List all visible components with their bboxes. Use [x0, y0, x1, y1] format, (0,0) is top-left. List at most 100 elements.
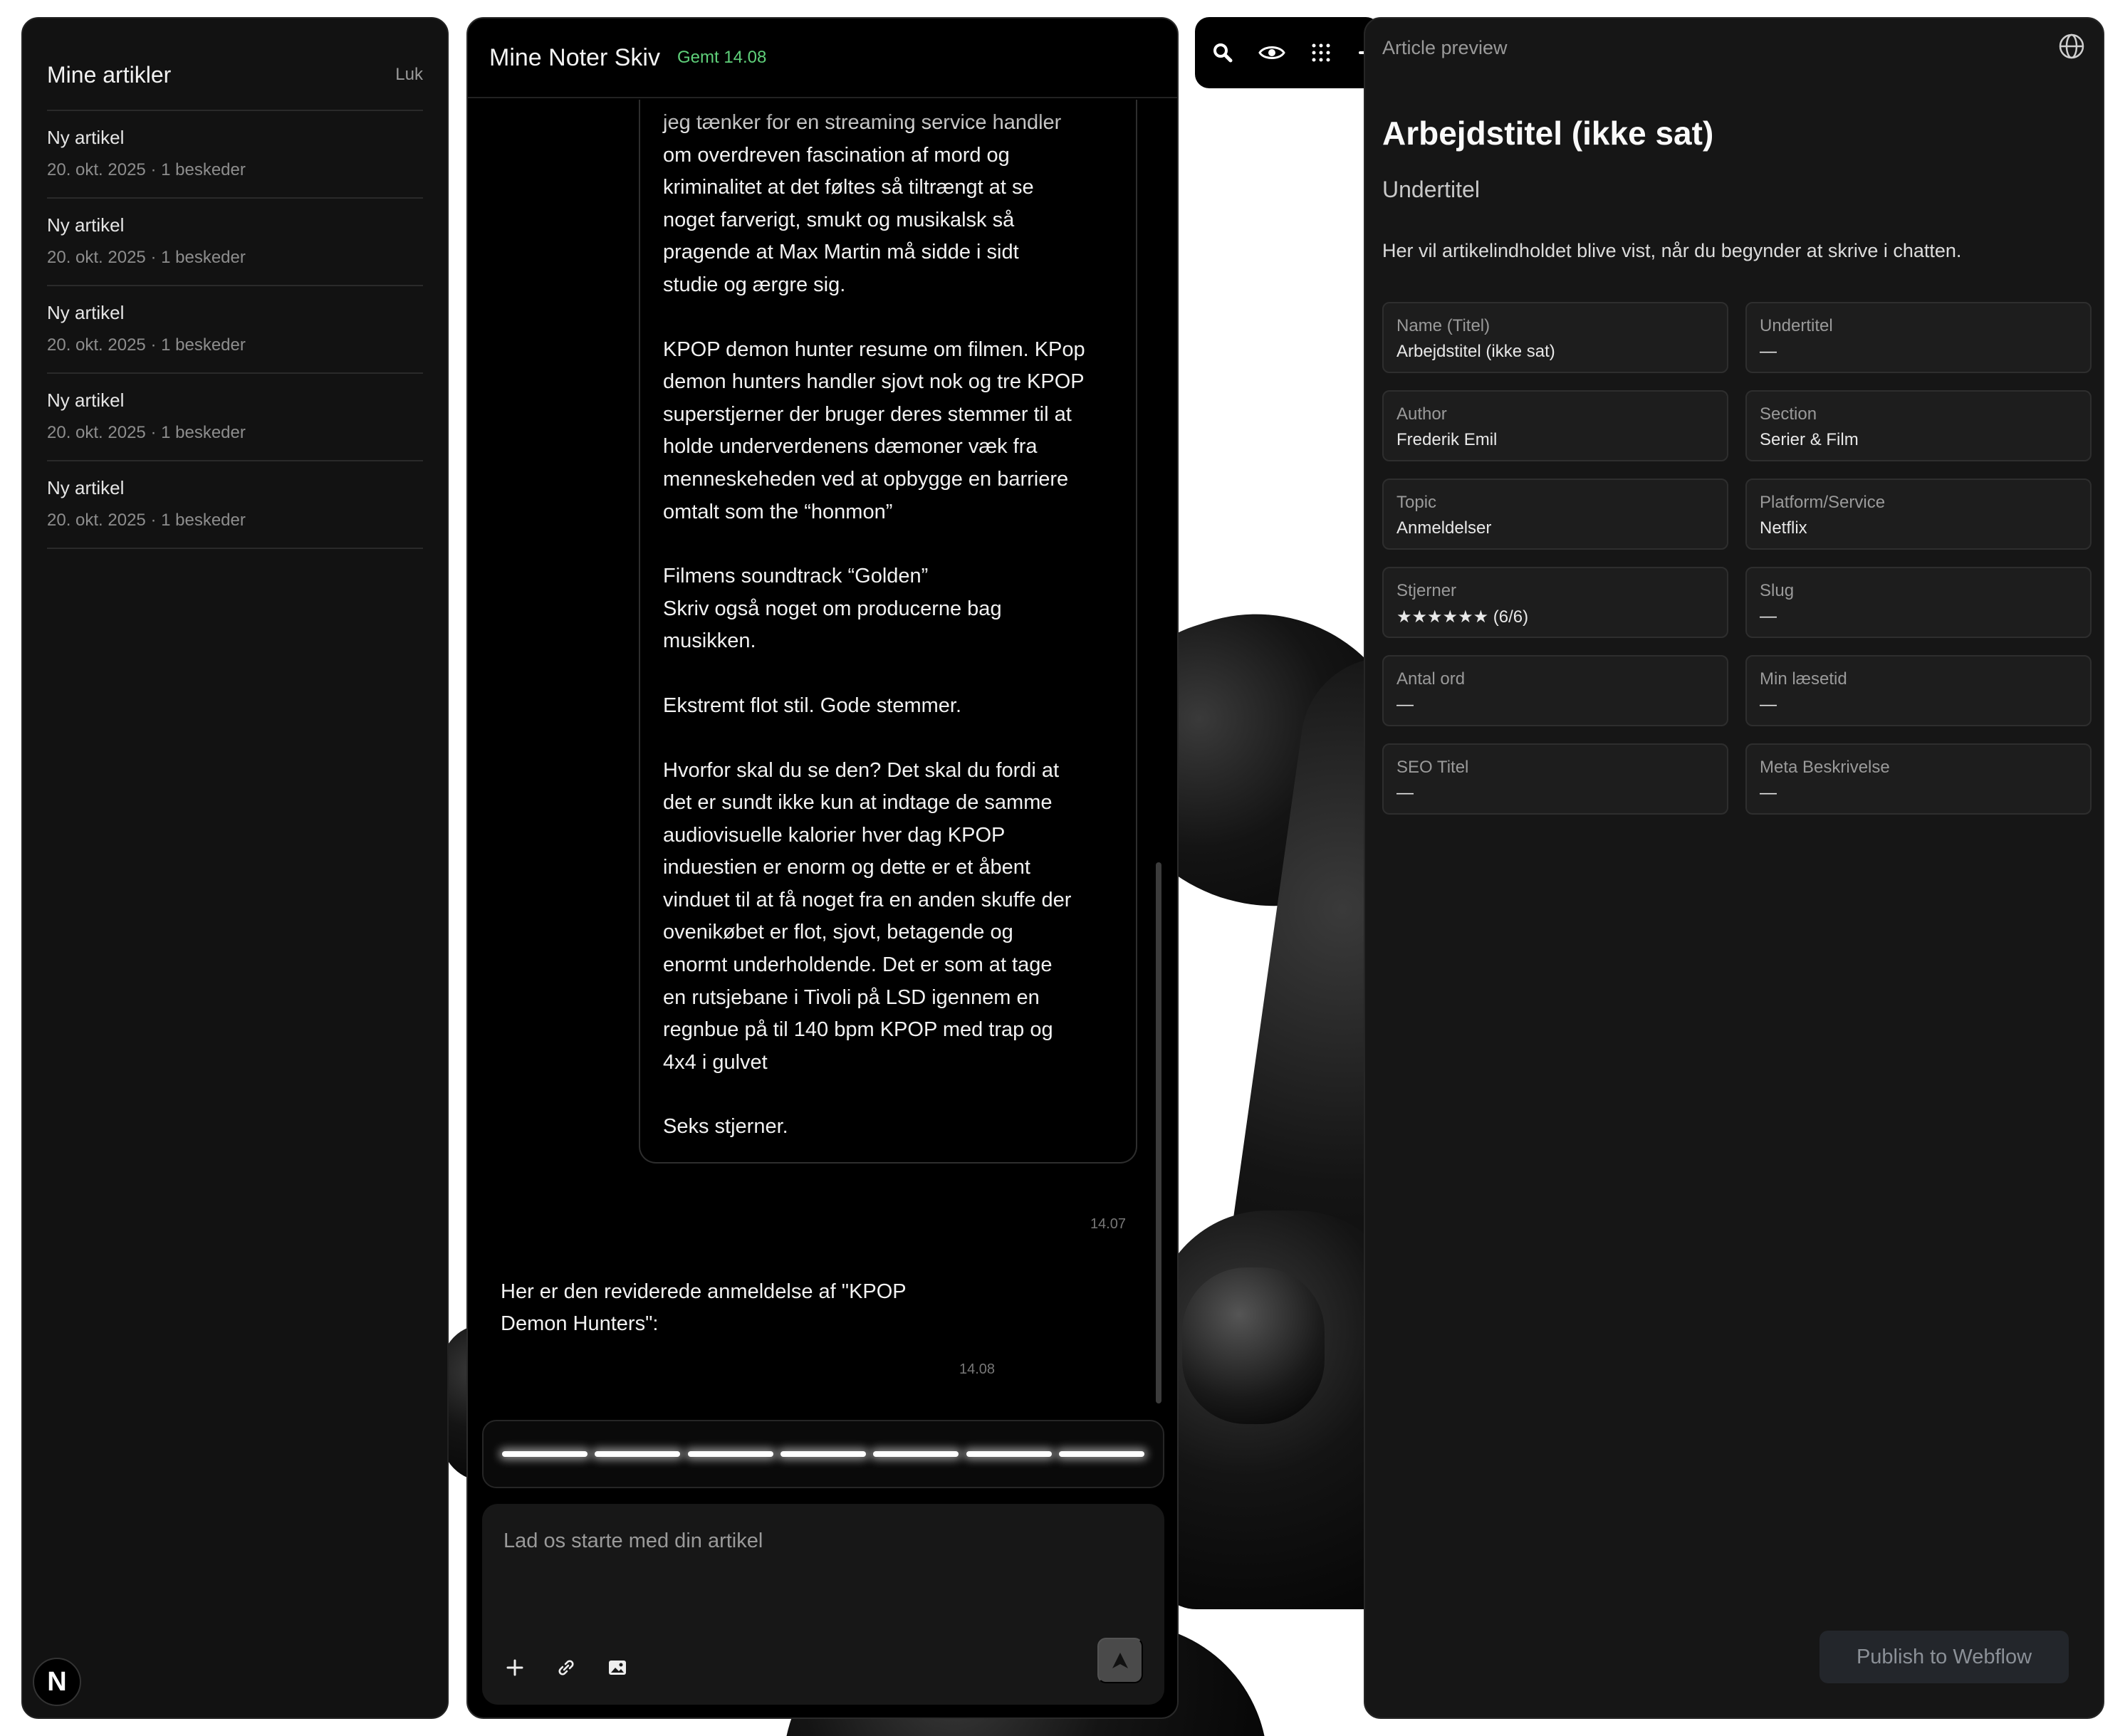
- grid-icon[interactable]: [1309, 38, 1333, 67]
- composer-tools: [503, 1656, 629, 1679]
- loading-segment: [1058, 1451, 1144, 1457]
- field-value: —: [1760, 783, 1777, 802]
- message-paragraph: Hvorfor skal du se den? Det skal du ford…: [663, 758, 1072, 1074]
- field-word-count[interactable]: Antal ord —: [1382, 655, 1728, 726]
- message-paragraph: Filmens soundtrack “Golden” Skriv også n…: [663, 565, 1002, 653]
- field-author[interactable]: Author Frederik Emil: [1382, 390, 1728, 461]
- chat-messages[interactable]: jeg tænker for en streaming service hand…: [468, 100, 1177, 1410]
- field-value: ★★★★★★ (6/6): [1396, 607, 1529, 627]
- metadata-fields: Name (Titel) Arbejdstitel (ikke sat) Und…: [1382, 302, 2092, 815]
- loading-segment: [595, 1451, 681, 1457]
- article-meta: 20. okt. 2025 · 1 beskeder: [47, 511, 246, 530]
- article-title: Ny artikel: [47, 214, 125, 236]
- field-value: —: [1396, 783, 1414, 802]
- field-value: Serier & Film: [1760, 430, 1859, 449]
- loading-indicator: [482, 1420, 1164, 1488]
- message-paragraph: Ekstremt flot stil. Gode stemmer.: [663, 694, 961, 717]
- preview-subtitle: Undertitel: [1382, 177, 1480, 202]
- article-title: Ny artikel: [47, 302, 125, 323]
- preview-header: Article preview: [1382, 19, 2086, 77]
- articles-sidebar: Mine artikler Luk Ny artikel 20. okt. 20…: [21, 17, 449, 1719]
- field-reading-time[interactable]: Min læsetid —: [1745, 655, 2092, 726]
- field-topic[interactable]: Topic Anmeldelser: [1382, 479, 1728, 550]
- field-slug[interactable]: Slug —: [1745, 567, 2092, 638]
- field-platform[interactable]: Platform/Service Netflix: [1745, 479, 2092, 550]
- eye-icon[interactable]: [1258, 38, 1286, 67]
- field-value: —: [1396, 695, 1414, 714]
- message-paragraph: jeg tænker for en streaming service hand…: [663, 111, 1061, 296]
- article-meta: 20. okt. 2025 · 1 beskeder: [47, 248, 246, 267]
- article-title: Ny artikel: [47, 477, 125, 498]
- field-label: Undertitel: [1760, 316, 1833, 335]
- loading-segment: [687, 1451, 773, 1457]
- article-list-item[interactable]: Ny artikel 20. okt. 2025 · 1 beskeder: [47, 111, 423, 199]
- message-paragraph: Seks stjerner.: [663, 1115, 788, 1139]
- image-icon[interactable]: [606, 1656, 629, 1679]
- article-list-item[interactable]: Ny artikel 20. okt. 2025 · 1 beskeder: [47, 461, 423, 549]
- field-seo-title[interactable]: SEO Titel —: [1382, 743, 1728, 815]
- field-label: Antal ord: [1396, 669, 1466, 689]
- field-label: Stjerner: [1396, 581, 1457, 600]
- sidebar-header: Mine artikler Luk: [47, 19, 423, 111]
- article-title: Ny artikel: [47, 389, 125, 411]
- close-sidebar-button[interactable]: Luk: [395, 65, 423, 85]
- saved-status: Gemt 14.08: [677, 48, 767, 67]
- field-label: Name (Titel): [1396, 316, 1490, 335]
- chat-panel: Mine Noter Skiv Gemt 14.08 jeg tænker fo…: [466, 17, 1179, 1719]
- article-meta: 20. okt. 2025 · 1 beskeder: [47, 335, 246, 355]
- field-label: SEO Titel: [1396, 758, 1469, 777]
- loading-segment: [966, 1451, 1052, 1457]
- publish-to-webflow-button[interactable]: Publish to Webflow: [1819, 1631, 2069, 1683]
- message-composer: [482, 1504, 1164, 1705]
- assistant-message-time: 14.08: [959, 1361, 996, 1377]
- field-label: Topic: [1396, 493, 1437, 512]
- app-logo-button[interactable]: N: [33, 1658, 81, 1706]
- article-list-item[interactable]: Ny artikel 20. okt. 2025 · 1 beskeder: [47, 199, 423, 286]
- background-shape: [1182, 1267, 1325, 1424]
- search-icon[interactable]: [1211, 38, 1235, 67]
- chat-scrollbar[interactable]: [1156, 862, 1161, 1403]
- field-label: Min læsetid: [1760, 669, 1847, 689]
- field-section[interactable]: Section Serier & Film: [1745, 390, 2092, 461]
- field-meta-description[interactable]: Meta Beskrivelse —: [1745, 743, 2092, 815]
- send-arrow-icon: [1112, 1653, 1128, 1668]
- article-list-item[interactable]: Ny artikel 20. okt. 2025 · 1 beskeder: [47, 374, 423, 461]
- floating-toolbar: [1195, 17, 1380, 88]
- field-label: Slug: [1760, 581, 1795, 600]
- field-value: —: [1760, 607, 1777, 626]
- field-undertitel[interactable]: Undertitel —: [1745, 302, 2092, 373]
- sidebar-title: Mine artikler: [47, 61, 172, 88]
- field-value: Netflix: [1760, 518, 1807, 538]
- field-value: Arbejdstitel (ikke sat): [1396, 342, 1555, 361]
- field-label: Section: [1760, 404, 1817, 424]
- article-list-item[interactable]: Ny artikel 20. okt. 2025 · 1 beskeder: [47, 286, 423, 374]
- user-message-bubble: jeg tænker for en streaming service hand…: [639, 100, 1137, 1164]
- field-label: Meta Beskrivelse: [1760, 758, 1890, 777]
- message-paragraph: KPOP demon hunter resume om filmen. KPop…: [663, 338, 1085, 523]
- loading-segment: [873, 1451, 959, 1457]
- scroll-fade: [640, 100, 1136, 135]
- loading-segment: [502, 1451, 588, 1457]
- field-value: Frederik Emil: [1396, 430, 1498, 449]
- field-stjerner[interactable]: Stjerner ★★★★★★ (6/6): [1382, 567, 1728, 638]
- field-value: —: [1760, 695, 1777, 714]
- user-message-time: 14.07: [1090, 1216, 1126, 1232]
- field-value: Anmeldelser: [1396, 518, 1492, 538]
- message-input[interactable]: [503, 1530, 1143, 1553]
- link-icon[interactable]: [555, 1656, 578, 1679]
- field-label: Author: [1396, 404, 1447, 424]
- field-value: —: [1760, 342, 1777, 361]
- field-name[interactable]: Name (Titel) Arbejdstitel (ikke sat): [1382, 302, 1728, 373]
- article-title: Ny artikel: [47, 127, 125, 148]
- article-meta: 20. okt. 2025 · 1 beskeder: [47, 423, 246, 442]
- field-label: Platform/Service: [1760, 493, 1886, 512]
- globe-icon[interactable]: [2057, 32, 2086, 64]
- send-button[interactable]: [1097, 1638, 1143, 1683]
- preview-label: Article preview: [1382, 36, 1508, 58]
- article-preview-panel: Article preview Arbejdstitel (ikke sat) …: [1364, 17, 2104, 1719]
- loading-segment: [780, 1451, 866, 1457]
- chat-header: Mine Noter Skiv Gemt 14.08: [468, 19, 1177, 98]
- preview-title: Arbejdstitel (ikke sat): [1382, 115, 1714, 152]
- preview-body: Her vil artikelindholdet blive vist, når…: [1382, 240, 1962, 261]
- plus-icon[interactable]: [503, 1656, 526, 1679]
